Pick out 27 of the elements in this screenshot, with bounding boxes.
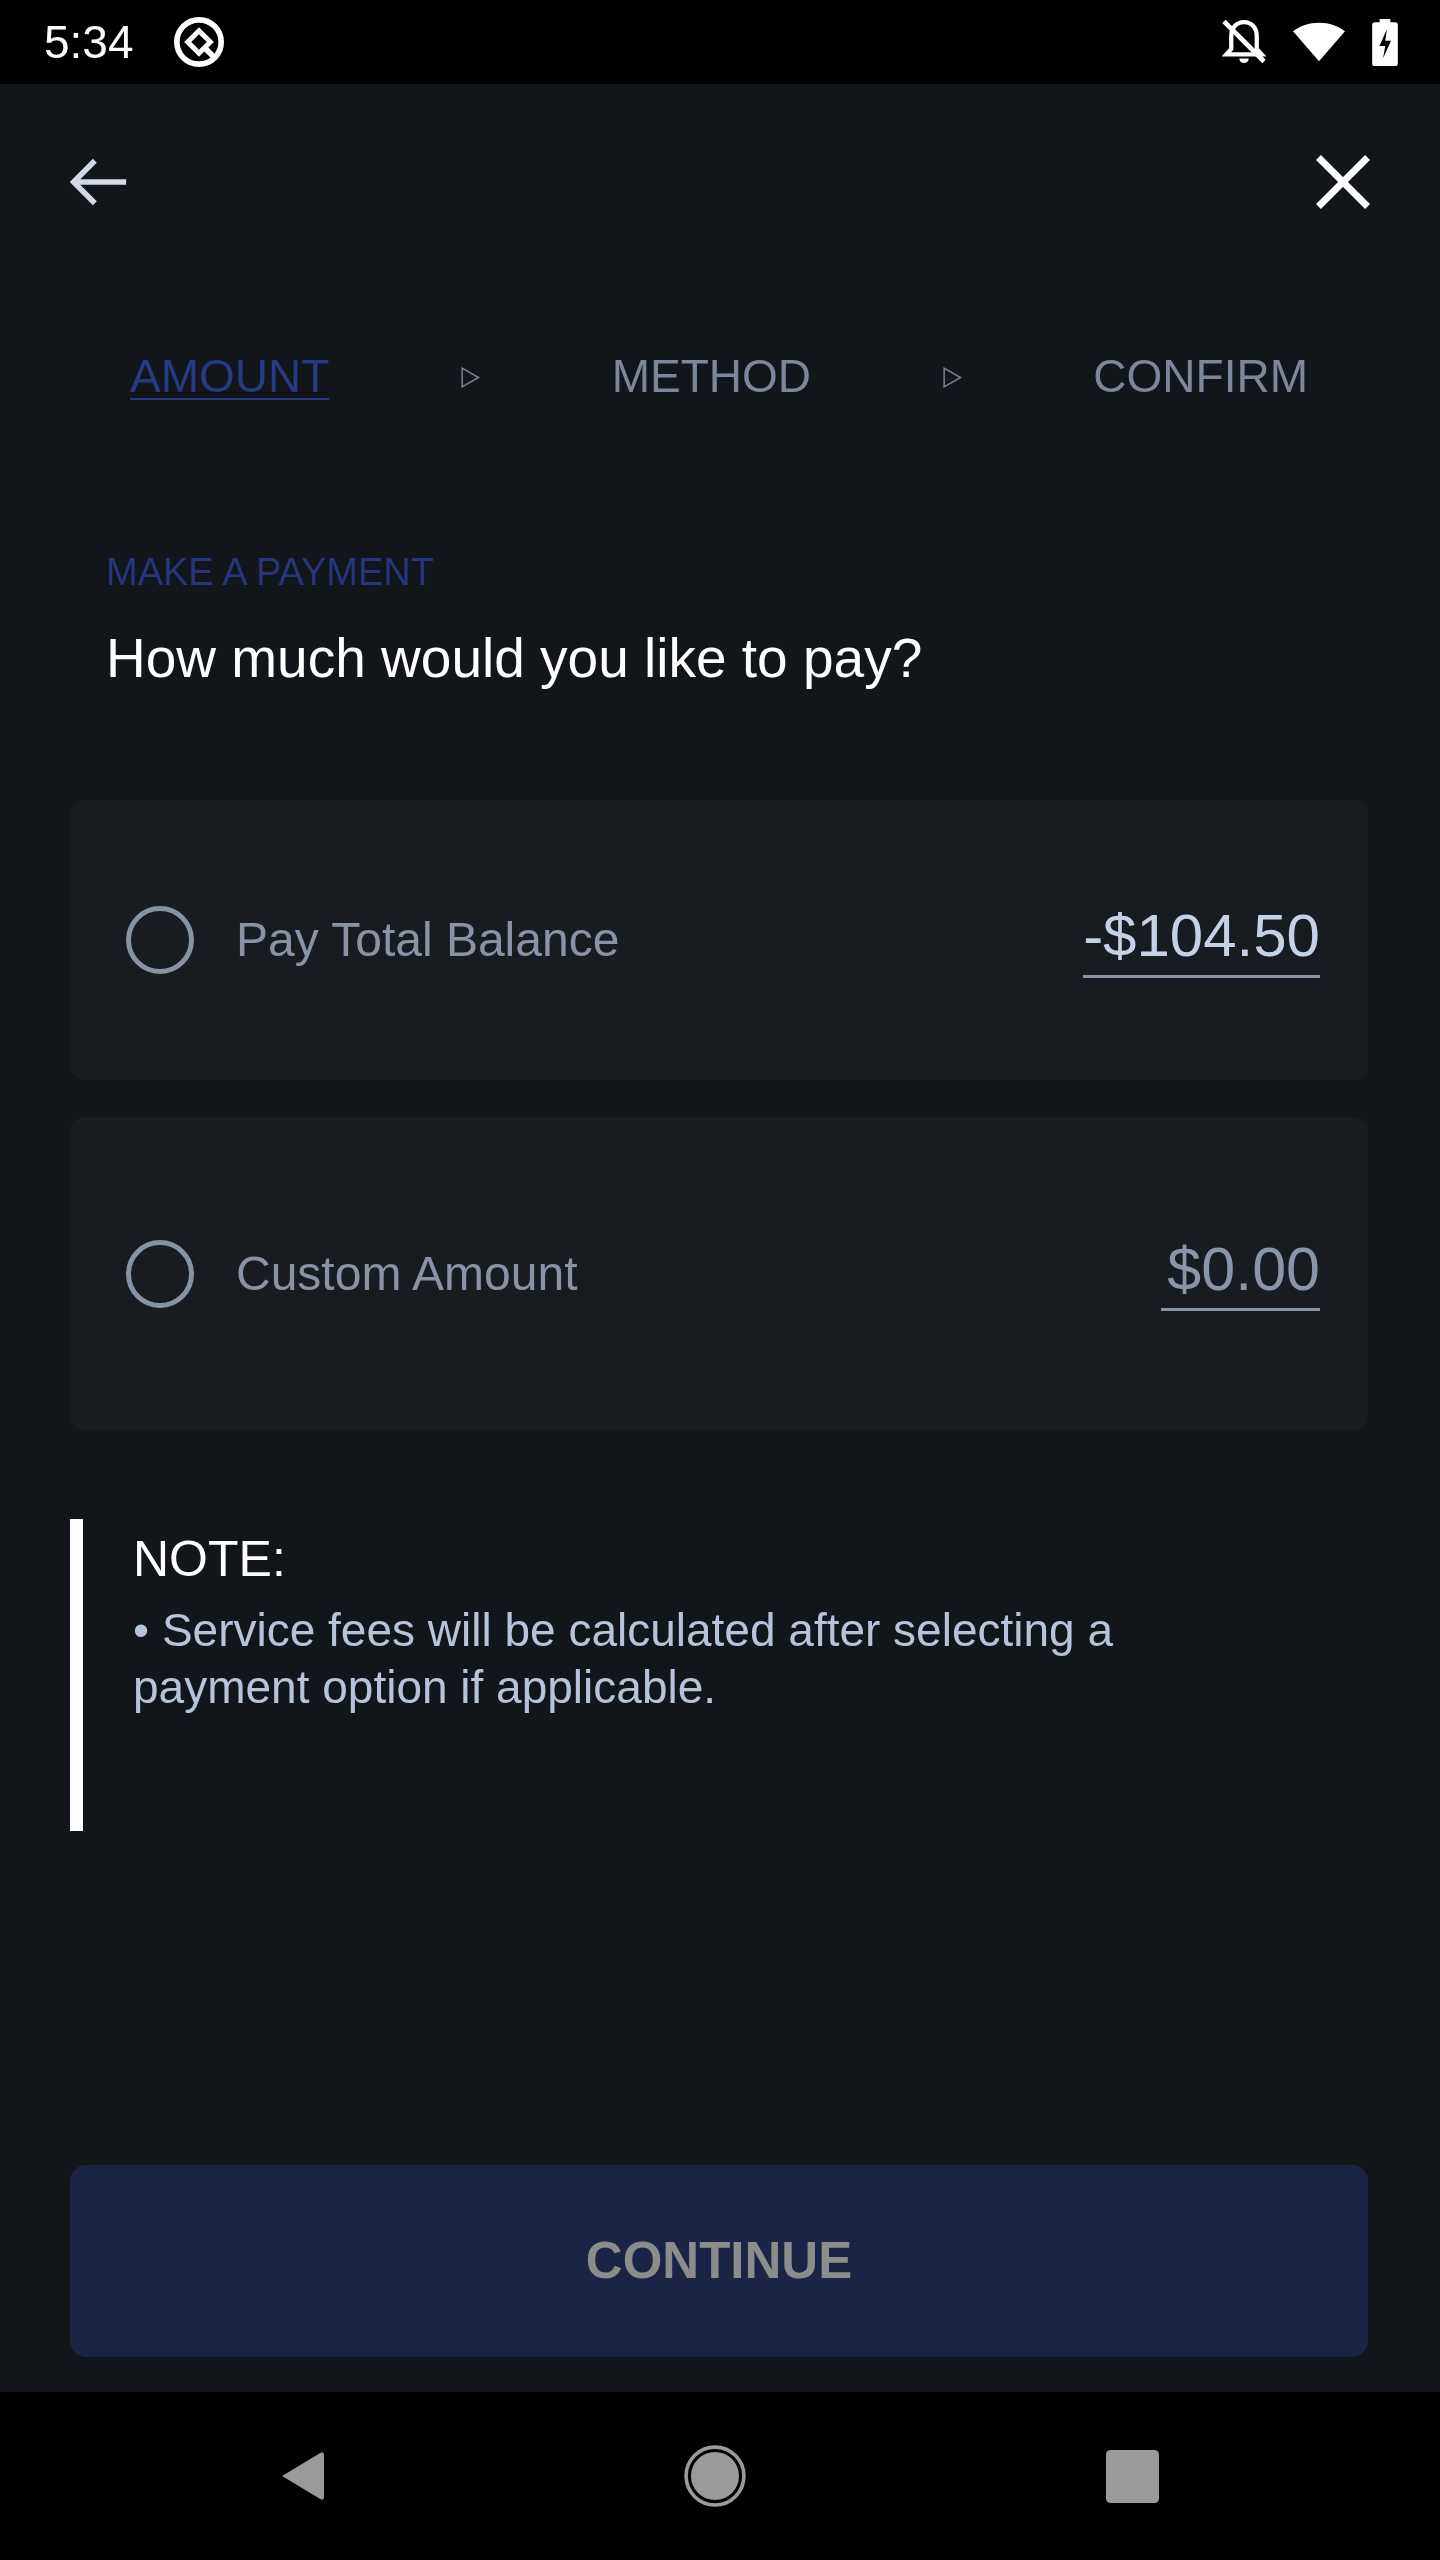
recents-icon[interactable] (1105, 2449, 1159, 2503)
radio-button[interactable] (126, 906, 194, 974)
amount-input-field[interactable]: $0.00 (1161, 1236, 1320, 1311)
step-label: METHOD (611, 349, 811, 405)
balance-amount: -$104.50 (1083, 902, 1320, 978)
back-icon[interactable] (281, 2451, 324, 2501)
question-heading: How much would you like to pay? (106, 626, 924, 691)
wifi-icon (1292, 22, 1346, 62)
step-label: AMOUNT (130, 349, 330, 405)
step-arrow-icon (461, 366, 480, 388)
note-text: • Service fees will be calculated after selecting a payment option if applicable. (133, 1603, 1115, 1715)
ring-status-icon (173, 17, 224, 67)
step-arrow-icon (942, 366, 962, 388)
section-label: MAKE A PAYMENT (106, 550, 435, 595)
back-arrow-icon[interactable] (70, 158, 128, 206)
radio-button[interactable] (126, 1239, 194, 1308)
option-label: Custom Amount (236, 1245, 578, 1302)
close-icon[interactable] (1316, 155, 1370, 209)
battery-charging-icon (1372, 18, 1398, 66)
step-label: CONFIRM (1093, 349, 1308, 405)
home-icon[interactable] (683, 2445, 746, 2507)
status-time: 5:34 (44, 19, 134, 65)
notifications-off-icon (1222, 19, 1266, 65)
option-label: Pay Total Balance (236, 912, 620, 968)
option-card[interactable]: Pay Total Balance -$104.50 (70, 800, 1368, 1080)
option-card[interactable]: Custom Amount $0.00 (70, 1117, 1368, 1430)
note-title: NOTE: (133, 1530, 287, 1589)
